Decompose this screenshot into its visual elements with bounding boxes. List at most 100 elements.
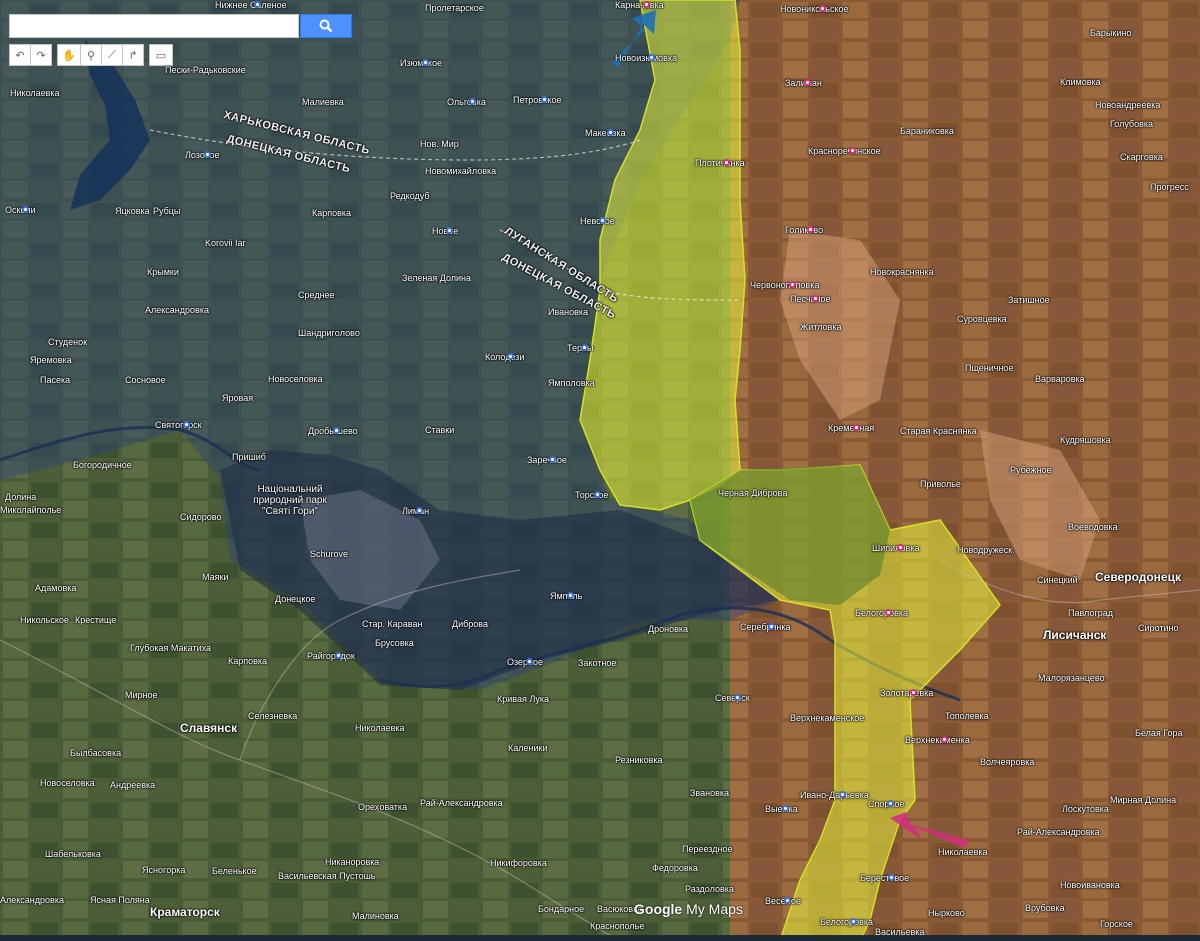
place-label[interactable]: Лисичанск xyxy=(1043,629,1106,641)
place-label[interactable]: Korovii Iar xyxy=(205,238,246,248)
place-label[interactable]: Малиновка xyxy=(352,911,399,921)
place-label[interactable]: Николаевка xyxy=(938,847,988,857)
place-label[interactable]: Студенок xyxy=(48,337,87,347)
place-label[interactable]: Весёлое xyxy=(765,896,801,906)
place-label[interactable]: Новокраснянка xyxy=(870,267,934,277)
place-label[interactable]: Новоивановка xyxy=(1060,880,1120,890)
place-marker-icon[interactable] xyxy=(887,874,895,881)
place-label[interactable]: Карповка xyxy=(228,656,267,666)
place-label[interactable]: Богородичное xyxy=(73,460,132,470)
place-label[interactable]: Глубокая Макатиха xyxy=(130,643,211,653)
place-label[interactable]: Голубовка xyxy=(1110,119,1153,129)
place-marker-icon[interactable] xyxy=(940,736,948,743)
place-label[interactable]: Славянск xyxy=(180,722,237,734)
place-label[interactable]: Белогоровка xyxy=(855,608,908,618)
marker-button[interactable]: ⚲ xyxy=(80,44,102,66)
place-label[interactable]: Андреевка xyxy=(110,780,155,790)
place-label[interactable]: Новоандреевка xyxy=(1095,100,1160,110)
place-label[interactable]: Скаргoвка xyxy=(1120,152,1163,162)
hand-button[interactable]: ✋ xyxy=(57,44,81,66)
place-label[interactable]: Краснополье xyxy=(590,921,644,931)
place-label[interactable]: Карначевка xyxy=(615,0,664,10)
place-label[interactable]: Варваровка xyxy=(1035,374,1085,384)
place-label[interactable]: Климовка xyxy=(1060,77,1101,87)
place-label[interactable]: Ямполовка xyxy=(548,378,595,388)
place-label[interactable]: Северодонецк xyxy=(1095,571,1181,583)
place-marker-icon[interactable] xyxy=(812,295,819,302)
place-label[interactable]: Орехoватка xyxy=(358,802,407,812)
place-marker-icon[interactable] xyxy=(896,544,904,551)
place-label[interactable]: Селезневка xyxy=(248,711,297,721)
search-input[interactable] xyxy=(9,14,299,38)
place-label[interactable]: Новодружеск xyxy=(957,545,1012,555)
place-label[interactable]: Невское xyxy=(580,216,615,226)
place-label[interactable]: Святогорск xyxy=(155,420,202,430)
place-label[interactable]: Миколайполье xyxy=(0,505,61,515)
place-label[interactable]: Бараниковка xyxy=(900,126,954,136)
place-label[interactable]: Приволье xyxy=(920,479,961,489)
place-label[interactable]: Сиротино xyxy=(1138,623,1178,633)
place-marker-icon[interactable] xyxy=(722,159,730,166)
place-label[interactable]: Синецкий xyxy=(1037,575,1078,585)
place-label[interactable]: Никaнoрoвкa xyxy=(325,857,379,867)
place-marker-icon[interactable] xyxy=(852,424,860,431)
place-marker-icon[interactable] xyxy=(253,1,261,8)
place-label[interactable]: Верхнекаменское xyxy=(790,713,864,723)
place-label[interactable]: Редкодуб xyxy=(390,191,430,201)
place-label[interactable]: Горское xyxy=(1100,919,1133,929)
place-label[interactable]: Закотное xyxy=(578,658,616,668)
place-label[interactable]: Рай-Александровка xyxy=(420,798,503,808)
place-label[interactable]: Новоизюмовка xyxy=(615,53,677,63)
place-label[interactable]: Федоровка xyxy=(652,863,698,873)
ruler-button[interactable]: ▭ xyxy=(149,44,173,66)
place-label[interactable]: Заречное xyxy=(527,455,567,465)
place-label[interactable]: Маяки xyxy=(202,572,228,582)
place-label[interactable]: Яснoгoрка xyxy=(142,865,185,875)
place-label[interactable]: Диброва xyxy=(452,619,488,629)
place-label[interactable]: Среднее xyxy=(298,290,335,300)
place-label[interactable]: Резниковка xyxy=(615,755,663,765)
place-label[interactable]: Ивановка xyxy=(548,307,588,317)
place-label[interactable]: Старая Краснянка xyxy=(900,426,977,436)
place-marker-icon[interactable] xyxy=(182,421,190,428)
place-marker-icon[interactable] xyxy=(469,98,476,105)
place-label[interactable]: Пески-Радьковские xyxy=(165,65,246,75)
place-label[interactable]: Малиевка xyxy=(302,97,344,107)
place-label[interactable]: Новомихайловка xyxy=(425,166,496,176)
place-label[interactable]: Изюмское xyxy=(400,58,442,68)
place-label[interactable]: Ставки xyxy=(425,425,454,435)
place-label[interactable]: Яремовка xyxy=(30,355,72,365)
place-label[interactable]: Брусовка xyxy=(375,638,414,648)
place-label[interactable]: Кременная xyxy=(828,423,874,433)
search-button[interactable] xyxy=(300,14,352,38)
place-label[interactable]: Павлоград xyxy=(1068,608,1113,618)
place-marker-icon[interactable] xyxy=(642,1,650,8)
place-label[interactable]: Ольговка xyxy=(447,97,486,107)
place-label[interactable]: Шипиловка xyxy=(872,543,919,553)
place-label[interactable]: Рубежное xyxy=(1010,465,1052,475)
place-label[interactable]: Пролетарское xyxy=(425,3,484,13)
place-label[interactable]: Райгородок xyxy=(307,651,355,661)
place-label[interactable]: Александровка xyxy=(0,895,64,905)
place-marker-icon[interactable] xyxy=(549,456,556,463)
place-marker-icon[interactable] xyxy=(334,652,342,659)
route-button[interactable]: ↱ xyxy=(122,44,144,66)
place-label[interactable]: Песчаное xyxy=(790,294,831,304)
place-label[interactable]: Зеленая Долина xyxy=(402,273,471,283)
place-label[interactable]: Стар. Караван xyxy=(362,619,422,629)
place-label[interactable]: Адамовка xyxy=(35,583,76,593)
place-label[interactable]: Нов. Мир xyxy=(420,139,459,149)
place-marker-icon[interactable] xyxy=(580,344,588,351)
place-marker-icon[interactable] xyxy=(781,805,789,812)
place-label[interactable]: Осколи xyxy=(5,205,36,215)
place-label[interactable]: Ясная Поляна xyxy=(90,895,150,905)
draw-line-button[interactable]: ⟋ xyxy=(101,44,123,66)
place-label[interactable]: Врубовка xyxy=(1025,903,1065,913)
place-marker-icon[interactable] xyxy=(332,427,340,434)
place-marker-icon[interactable] xyxy=(767,623,775,630)
place-label[interactable]: Пришиб xyxy=(232,452,266,462)
place-label[interactable]: Нижнее Соленое xyxy=(215,0,287,10)
place-label[interactable]: Суровцевка xyxy=(957,314,1007,324)
place-label[interactable]: Волчеяровка xyxy=(980,757,1034,767)
place-label[interactable]: Васильевская Пустошь xyxy=(278,871,375,881)
